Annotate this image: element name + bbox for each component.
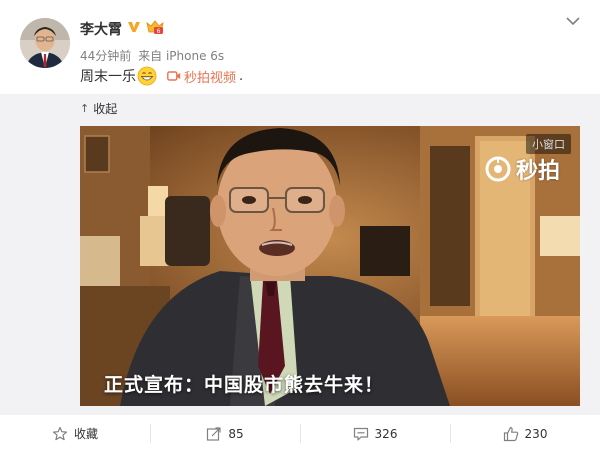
comment-icon	[353, 427, 368, 441]
miaopai-watermark: 秒拍	[484, 153, 560, 185]
miaopai-logo-icon	[485, 156, 511, 182]
source-prefix: 来自	[138, 49, 163, 63]
action-bar: 收藏 85 326 230	[0, 414, 600, 452]
post-time[interactable]: 44分钟前	[80, 49, 131, 63]
post-source[interactable]: iPhone 6s	[166, 49, 224, 63]
video-player[interactable]: 小窗口 秒拍 正式宣布：中国股市熊去牛来！	[80, 126, 580, 406]
post-content: 周末一乐 秒拍视频 .	[80, 66, 243, 86]
video-link-label: 秒拍视频	[184, 70, 237, 86]
video-caption: 正式宣布：中国股市熊去牛来！	[104, 374, 385, 396]
thumbs-up-icon	[503, 426, 518, 441]
svg-text:6: 6	[157, 28, 161, 35]
repost-icon	[207, 426, 221, 441]
favorite-label: 收藏	[73, 427, 98, 441]
post-text: 周末一乐	[80, 69, 136, 85]
video-camera-icon	[167, 71, 181, 81]
author-name[interactable]: 李大霄	[80, 19, 122, 39]
video-link[interactable]: 秒拍视频 .	[167, 67, 243, 86]
mini-window-button[interactable]: 小窗口	[526, 134, 571, 154]
collapse-label: 收起	[93, 102, 118, 116]
like-count: 230	[524, 426, 548, 441]
like-button[interactable]: 230	[450, 415, 600, 452]
member-crown-icon[interactable]: 6	[145, 19, 165, 35]
video-link-suffix: .	[239, 68, 244, 84]
star-icon	[52, 426, 68, 440]
collapse-button[interactable]: ↑ 收起	[80, 100, 117, 117]
post-meta: 44分钟前 来自 iPhone 6s	[80, 47, 224, 64]
arrow-up-icon: ↑	[80, 102, 90, 115]
chevron-down-icon[interactable]	[564, 14, 582, 28]
comment-count: 326	[374, 426, 398, 441]
repost-count: 85	[228, 426, 244, 441]
grin-emoji-icon	[137, 66, 157, 86]
repost-button[interactable]: 85	[150, 415, 300, 452]
weibo-post: 李大霄 6 44分钟前 来自 iPhone 6s 周末一乐 秒拍视频 . ↑ 收…	[0, 0, 600, 451]
comment-button[interactable]: 326	[300, 415, 450, 452]
watermark-text: 秒拍	[515, 159, 560, 184]
verified-badge-icon	[128, 22, 140, 32]
favorite-button[interactable]: 收藏	[0, 415, 150, 452]
avatar[interactable]	[20, 18, 70, 68]
